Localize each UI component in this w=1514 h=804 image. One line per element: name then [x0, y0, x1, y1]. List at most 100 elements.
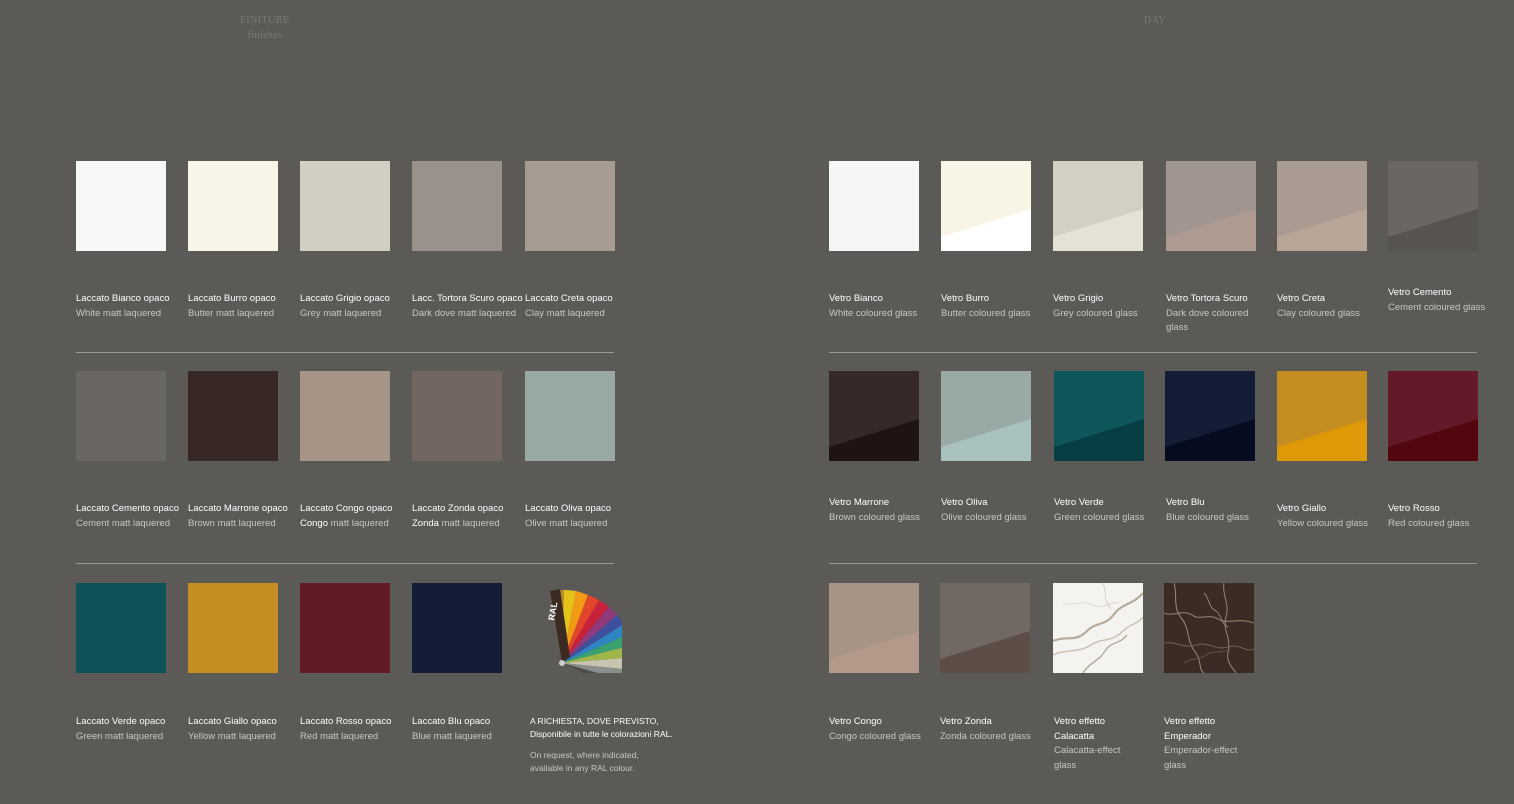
label-laccato-giallo: Laccato Giallo opaco Yellow matt laquere…	[188, 715, 300, 744]
label-desc: Dark dove coloured glass	[1166, 307, 1249, 334]
divider-right-2	[829, 563, 1477, 564]
swatch-vetro-emperador	[1164, 583, 1254, 673]
label-laccato-marrone: Laccato Marrone opaco Brown matt laquere…	[188, 502, 300, 531]
ral-color-fan-icon: RAL	[546, 589, 622, 673]
glass-reflection-band	[1166, 209, 1256, 251]
glass-reflection-band	[941, 419, 1031, 461]
swatch-vetro-tortora-scuro	[1166, 161, 1256, 251]
label-vetro-congo: Vetro Congo Congo coloured glass	[829, 715, 929, 744]
label-desc: Zonda matt laquered	[412, 517, 524, 532]
label-name: Laccato Zonda opaco	[412, 503, 504, 514]
label-name: Vetro Congo	[829, 716, 882, 727]
label-name: Vetro Oliva	[941, 497, 988, 508]
glass-reflection	[829, 631, 919, 673]
label-name: Laccato Marrone opaco	[188, 503, 288, 514]
label-name: Vetro Zonda	[940, 716, 992, 727]
label-name: Vetro Giallo	[1277, 503, 1327, 514]
swatch-vetro-verde	[1054, 371, 1144, 461]
swatch-laccato-tortora-scuro	[412, 161, 502, 251]
label-name: Laccato Burro opaco	[188, 293, 276, 304]
swatch-laccato-cemento	[76, 371, 166, 461]
label-desc: Olive coloured glass	[941, 511, 1027, 523]
label-vetro-grigio: Vetro Grigio Grey coloured glass	[1053, 292, 1153, 321]
ral-note-italian: A RICHIESTA, DOVE PREVISTO, Disponibile …	[530, 716, 673, 739]
swatch-laccato-burro	[188, 161, 278, 251]
glass-reflection-band	[1277, 209, 1367, 251]
label-name: Vetro Verde	[1054, 497, 1104, 508]
label-desc: White coloured glass	[829, 307, 918, 319]
label-name: Vetro effetto Calacatta	[1054, 716, 1106, 742]
label-laccato-blu: Laccato Blu opaco Blue matt laquered	[412, 715, 524, 744]
label-name: Vetro Cemento	[1388, 287, 1452, 298]
label-desc: Red coloured glass	[1388, 517, 1470, 529]
label-desc: Butter coloured glass	[941, 307, 1031, 319]
label-desc: Yellow coloured glass	[1277, 517, 1369, 529]
label-desc: Blue matt laquered	[412, 730, 492, 742]
glass-reflection	[829, 419, 919, 461]
label-name: Vetro Bianco	[829, 293, 883, 304]
swatch-vetro-burro	[941, 161, 1031, 251]
swatch-vetro-creta	[1277, 161, 1367, 251]
glass-reflection-band	[829, 419, 919, 461]
swatch-laccato-creta	[525, 161, 615, 251]
label-laccato-verde: Laccato Verde opaco Green matt laquered	[76, 715, 188, 744]
glass-reflection-band	[1165, 419, 1255, 461]
glass-reflection	[1166, 209, 1256, 251]
label-desc: Yellow matt laquered	[188, 730, 276, 742]
swatch-laccato-rosso	[300, 583, 390, 673]
label-laccato-oliva: Laccato Oliva opaco Olive matt laquered	[525, 502, 637, 531]
label-vetro-creta: Vetro Creta Clay coloured glass	[1277, 292, 1377, 321]
label-desc: White matt laquered	[76, 307, 162, 319]
label-desc: Cement matt laquered	[76, 517, 170, 529]
label-laccato-tortora-scuro: Lacc. Tortora Scuro opaco Dark dove matt…	[412, 292, 524, 321]
label-desc-rest: matt laquered	[438, 517, 500, 529]
glass-reflection	[1277, 209, 1367, 251]
label-name: Laccato Blu opaco	[412, 716, 491, 727]
label-vetro-cemento: Vetro Cemento Cement coloured glass	[1388, 286, 1488, 315]
label-desc-bold: Zonda	[412, 517, 439, 529]
label-laccato-congo: Laccato Congo opaco Congo matt laquered	[300, 502, 412, 531]
glass-reflection-band	[1277, 419, 1367, 461]
label-vetro-burro: Vetro Burro Butter coloured glass	[941, 292, 1041, 321]
swatch-vetro-marrone	[829, 371, 919, 461]
label-desc: Congo coloured glass	[829, 730, 921, 742]
glass-reflection	[1277, 419, 1367, 461]
label-vetro-tortora-scuro: Vetro Tortora Scuro Dark dove coloured g…	[1166, 292, 1266, 336]
label-laccato-burro: Laccato Burro opaco Butter matt laquered	[188, 292, 300, 321]
glass-reflection	[1388, 209, 1478, 251]
label-name: Laccato Oliva opaco	[525, 503, 612, 514]
swatch-vetro-bianco	[829, 161, 919, 251]
glass-reflection-band	[829, 209, 919, 251]
label-laccato-grigio: Laccato Grigio opaco Grey matt laquered	[300, 292, 412, 321]
label-name: Laccato Rosso opaco	[300, 716, 392, 727]
glass-reflection	[941, 209, 1031, 251]
swatch-vetro-rosso	[1388, 371, 1478, 461]
label-name: Lacc. Tortora Scuro opaco	[412, 293, 523, 304]
label-desc: Emperador-effect glass	[1164, 745, 1238, 771]
swatch-laccato-giallo	[188, 583, 278, 673]
glass-reflection	[940, 631, 1030, 673]
label-name: Laccato Verde opaco	[76, 716, 166, 727]
glass-reflection-band	[1053, 209, 1143, 251]
label-desc-bold: Congo	[300, 517, 328, 529]
swatch-laccato-grigio	[300, 161, 390, 251]
swatch-laccato-verde	[76, 583, 166, 673]
label-vetro-bianco: Vetro Bianco White coloured glass	[829, 292, 929, 321]
glass-reflection-band	[941, 209, 1031, 251]
label-desc-rest: matt laquered	[328, 517, 389, 529]
label-desc: Olive matt laquered	[525, 517, 608, 529]
label-desc: Blue coloured glass	[1166, 511, 1249, 523]
swatch-vetro-grigio	[1053, 161, 1143, 251]
label-name: Vetro Tortora Scuro	[1166, 293, 1248, 304]
calacatta-marble-texture	[1053, 583, 1143, 673]
label-vetro-verde: Vetro Verde Green coloured glass	[1054, 496, 1154, 525]
label-laccato-creta: Laccato Creta opaco Clay matt laquered	[525, 292, 637, 321]
label-laccato-cemento: Laccato Cemento opaco Cement matt laquer…	[76, 502, 188, 531]
label-desc: Green coloured glass	[1054, 511, 1145, 523]
divider-left-2	[76, 563, 614, 564]
swatch-laccato-zonda	[412, 371, 502, 461]
glass-reflection	[1054, 419, 1144, 461]
glass-reflection	[941, 419, 1031, 461]
finishes-subtitle: finishes	[247, 30, 283, 41]
swatch-vetro-calacatta	[1053, 583, 1143, 673]
